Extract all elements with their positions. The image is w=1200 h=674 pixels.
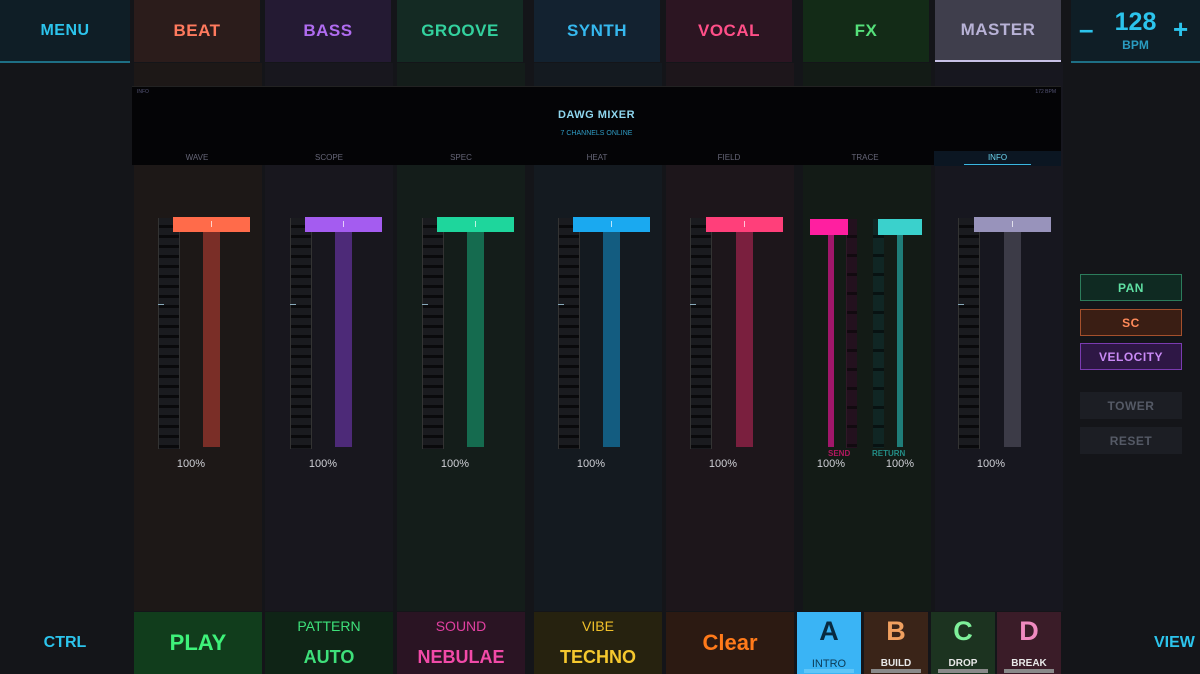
fader-handle-bass[interactable] (305, 217, 382, 232)
tab-bass[interactable]: BASS (265, 0, 391, 62)
reset-button[interactable]: RESET (1080, 427, 1182, 454)
send-label: SEND (828, 449, 851, 458)
return-fader-handle[interactable] (878, 219, 922, 235)
tab-master[interactable]: MASTER (935, 0, 1061, 62)
scene-a-letter: A (819, 616, 839, 646)
level-readout-synth: 100% (576, 458, 606, 470)
meter-marker (558, 304, 564, 305)
view-tab-info[interactable]: INFO (934, 151, 1061, 166)
scene-c-name: DROP (948, 658, 978, 669)
scene-c-button[interactable]: C DROP (931, 612, 995, 674)
meter-marker (958, 304, 964, 305)
fader-track-beat[interactable] (203, 231, 220, 447)
scene-b-indicator (871, 669, 921, 673)
level-meter-beat (158, 218, 180, 449)
meter-marker (290, 304, 296, 305)
fader-track-groove[interactable] (467, 231, 484, 447)
fader-handle-groove[interactable] (437, 217, 514, 232)
level-readout-bass: 100% (308, 458, 338, 470)
send-level-readout: 100% (816, 458, 846, 470)
display-title: DAWG MIXER (557, 109, 636, 121)
velocity-button[interactable]: VELOCITY (1080, 343, 1182, 370)
pattern-label: PATTERN (297, 618, 361, 634)
top-bar: MENU BEAT BASS GROOVE SYNTH VOCAL FX MAS… (0, 0, 1200, 63)
scene-c-letter: C (953, 616, 973, 646)
view-tab-field[interactable]: FIELD (664, 151, 794, 166)
fader-track-synth[interactable] (603, 231, 620, 447)
tab-fx[interactable]: FX (803, 0, 929, 62)
level-readout-groove: 100% (440, 458, 470, 470)
send-meter (846, 219, 857, 448)
menu-button[interactable]: MENU (0, 0, 130, 63)
scene-d-indicator (1004, 669, 1054, 673)
tower-button[interactable]: TOWER (1080, 392, 1182, 419)
return-level-readout: 100% (885, 458, 915, 470)
sound-value: NEBULAE (417, 647, 505, 667)
scene-b-button[interactable]: B BUILD (864, 612, 928, 674)
vibe-button[interactable]: VIBE TECHNO (534, 612, 662, 674)
send-fader-handle[interactable] (810, 219, 848, 235)
meter-marker (690, 304, 696, 305)
tab-vocal[interactable]: VOCAL (666, 0, 792, 62)
view-tab-heat[interactable]: HEAT (532, 151, 662, 166)
bpm-increase-button[interactable]: + (1173, 14, 1188, 45)
tab-beat[interactable]: BEAT (134, 0, 260, 62)
clear-button[interactable]: Clear (666, 612, 794, 674)
fader-handle-beat[interactable] (173, 217, 250, 232)
pan-button[interactable]: PAN (1080, 274, 1182, 301)
level-meter-bass (290, 218, 312, 449)
level-meter-vocal (690, 218, 712, 449)
clear-label: Clear (702, 630, 758, 655)
fader-handle-vocal[interactable] (706, 217, 783, 232)
tab-groove[interactable]: GROOVE (397, 0, 523, 62)
tab-synth[interactable]: SYNTH (534, 0, 660, 62)
scene-b-name: BUILD (880, 658, 912, 669)
level-meter-groove (422, 218, 444, 449)
sound-label: SOUND (435, 618, 487, 634)
vibe-value: TECHNO (560, 647, 636, 667)
return-fader-track[interactable] (897, 234, 903, 447)
scene-d-letter: D (1019, 616, 1039, 646)
send-fader-track[interactable] (828, 234, 834, 447)
display-subtitle: 7 CHANNELS ONLINE (560, 130, 633, 137)
scene-a-indicator (804, 669, 854, 673)
view-tab-scope[interactable]: SCOPE (264, 151, 394, 166)
scene-b-letter: B (886, 616, 906, 646)
level-readout-beat: 100% (176, 458, 206, 470)
scene-a-button[interactable]: A INTRO (797, 612, 861, 674)
visualizer-panel: INFO 172 BPM DAWG MIXER 7 CHANNELS ONLIN… (132, 86, 1061, 166)
fader-track-master[interactable] (1004, 231, 1021, 447)
view-tab-spec[interactable]: SPEC (396, 151, 526, 166)
scene-c-indicator (938, 669, 988, 673)
level-readout-master: 100% (976, 458, 1006, 470)
view-tab-wave[interactable]: WAVE (132, 151, 262, 166)
fader-track-vocal[interactable] (736, 231, 753, 447)
fader-handle-synth[interactable] (573, 217, 650, 232)
view-tab-trace[interactable]: TRACE (800, 151, 930, 166)
return-label: RETURN (872, 449, 906, 458)
scene-d-button[interactable]: D BREAK (997, 612, 1061, 674)
sound-button[interactable]: SOUND NEBULAE (397, 612, 525, 674)
vibe-label: VIBE (582, 618, 614, 634)
sidechain-button[interactable]: SC (1080, 309, 1182, 336)
meter-marker (422, 304, 428, 305)
display-corner-left: INFO (137, 89, 149, 95)
play-label: PLAY (169, 630, 227, 655)
pattern-button[interactable]: PATTERN AUTO (265, 612, 393, 674)
meter-marker (158, 304, 164, 305)
view-button[interactable]: VIEW (1130, 612, 1200, 674)
scene-d-name: BREAK (1011, 658, 1047, 669)
level-meter-synth (558, 218, 580, 449)
return-meter (873, 219, 884, 448)
display-corner-right: 172 BPM (1035, 89, 1056, 95)
fader-handle-master[interactable] (974, 217, 1051, 232)
play-button[interactable]: PLAY (134, 612, 262, 674)
pattern-value: AUTO (303, 647, 355, 667)
fader-track-bass[interactable] (335, 231, 352, 447)
level-readout-vocal: 100% (708, 458, 738, 470)
level-meter-master (958, 218, 980, 449)
view-tab-info-label: INFO (963, 153, 1032, 165)
ctrl-button[interactable]: CTRL (0, 612, 130, 674)
